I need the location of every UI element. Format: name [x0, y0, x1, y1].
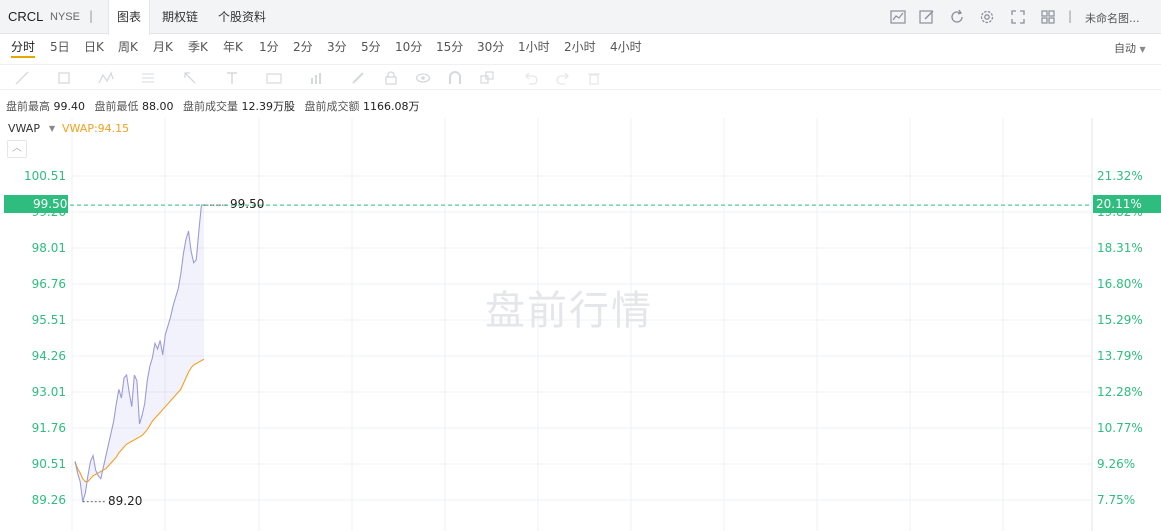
- right-tick-label: 12.28%: [1097, 385, 1143, 399]
- scale-mode-label: 自动: [1114, 42, 1136, 55]
- fullscreen-icon[interactable]: [1009, 8, 1027, 26]
- period-15min[interactable]: 15分: [436, 38, 463, 58]
- right-tick-label: 16.80%: [1097, 277, 1143, 291]
- gear-icon[interactable]: [978, 8, 996, 26]
- arrow-tool-icon[interactable]: [182, 70, 198, 86]
- current-percent-tag: 20.11%: [1093, 195, 1161, 213]
- indicator-value: VWAP:94.15: [62, 122, 130, 135]
- current-price-annotation: 99.50: [230, 197, 265, 211]
- right-tick-label: 15.29%: [1097, 313, 1143, 327]
- exchange-label: NYSE: [50, 11, 80, 23]
- ticker-symbol: CRCL: [8, 9, 44, 24]
- current-price-tag: 99.50: [4, 195, 68, 213]
- drawing-toolbar: [0, 64, 1161, 90]
- trash-icon[interactable]: [586, 70, 602, 86]
- period-5d[interactable]: 5日: [50, 38, 70, 58]
- indicator-dropdown-icon[interactable]: ▼: [49, 124, 55, 133]
- period-30min[interactable]: 30分: [477, 38, 504, 58]
- premarket-stats: 盘前最高 99.40 盘前最低 88.00 盘前成交量 12.39万股 盘前成交…: [6, 98, 426, 114]
- period-month-k[interactable]: 月K: [153, 38, 173, 58]
- period-intraday[interactable]: 分时: [11, 38, 36, 58]
- left-tick-label: 89.26: [32, 493, 66, 507]
- line-tool-icon[interactable]: [14, 70, 30, 86]
- fibonacci-tool-icon[interactable]: [140, 70, 156, 86]
- header-divider: |: [89, 9, 94, 23]
- right-tick-label: 13.79%: [1097, 349, 1143, 363]
- tab-option-chain[interactable]: 期权链: [154, 0, 206, 34]
- right-tick-label: 7.75%: [1097, 493, 1135, 507]
- right-tick-label: 21.32%: [1097, 169, 1143, 183]
- premarket-watermark: 盘前行情: [485, 288, 653, 334]
- volume-label: 盘前成交量: [183, 100, 238, 113]
- chevron-up-icon: ︿: [12, 143, 22, 154]
- tab-chart[interactable]: 图表: [108, 0, 151, 35]
- layout-name-dropdown[interactable]: 未命名图...: [1085, 10, 1140, 26]
- low-label: 盘前最低: [94, 100, 139, 113]
- chart-icon[interactable]: [889, 8, 907, 26]
- period-1h[interactable]: 1小时: [518, 38, 550, 58]
- text-tool-icon[interactable]: [224, 70, 240, 86]
- left-price-axis: 100.5199.2698.0196.7695.5194.2693.0191.7…: [24, 169, 66, 507]
- grid-layout-icon[interactable]: [1039, 8, 1057, 26]
- refresh-icon[interactable]: [948, 8, 966, 26]
- left-tick-label: 90.51: [32, 457, 66, 471]
- header-divider-right: |: [1068, 9, 1073, 23]
- label-tool-icon[interactable]: [266, 70, 282, 86]
- high-value: 99.40: [53, 100, 86, 113]
- left-tick-label: 94.26: [32, 349, 66, 363]
- period-2h[interactable]: 2小时: [564, 38, 596, 58]
- lock-icon[interactable]: [383, 70, 399, 86]
- period-quarter-k[interactable]: 季K: [188, 38, 208, 58]
- period-1min[interactable]: 1分: [259, 38, 279, 58]
- period-10min[interactable]: 10分: [395, 38, 422, 58]
- right-percent-axis: 21.32%19.82%18.31%16.80%15.29%13.79%12.2…: [1097, 169, 1143, 507]
- chevron-down-icon: ▼: [1139, 45, 1146, 54]
- indicator-name[interactable]: VWAP: [8, 122, 40, 135]
- left-tick-label: 100.51: [24, 169, 66, 183]
- period-2min[interactable]: 2分: [293, 38, 313, 58]
- high-label: 盘前最高: [6, 100, 50, 113]
- rectangle-tool-icon[interactable]: [56, 70, 72, 86]
- measure-tool-icon[interactable]: [308, 70, 324, 86]
- collapse-indicator-button[interactable]: ︿: [7, 140, 27, 158]
- period-4h[interactable]: 4小时: [610, 38, 642, 58]
- volume-value: 12.39万股: [241, 100, 296, 113]
- period-week-k[interactable]: 周K: [118, 38, 138, 58]
- period-3min[interactable]: 3分: [327, 38, 347, 58]
- pattern-tool-icon[interactable]: [98, 70, 114, 86]
- tab-stock-profile[interactable]: 个股资料: [210, 0, 274, 34]
- amount-label: 盘前成交额: [304, 100, 360, 113]
- left-tick-label: 96.76: [32, 277, 66, 291]
- period-year-k[interactable]: 年K: [223, 38, 243, 58]
- right-tick-label: 10.77%: [1097, 421, 1143, 435]
- low-value: 88.00: [142, 100, 174, 113]
- right-tick-label: 18.31%: [1097, 241, 1143, 255]
- redo-icon[interactable]: [555, 70, 571, 86]
- undo-icon[interactable]: [523, 70, 539, 86]
- period-day-k[interactable]: 日K: [84, 38, 104, 58]
- left-tick-label: 95.51: [32, 313, 66, 327]
- magnet-icon[interactable]: [447, 70, 463, 86]
- brush-tool-icon[interactable]: [350, 70, 366, 86]
- scale-mode-dropdown[interactable]: 自动 ▼: [1114, 40, 1146, 56]
- period-5min[interactable]: 5分: [361, 38, 381, 58]
- edit-icon[interactable]: [918, 8, 936, 26]
- top-header: CRCL NYSE | 图表 期权链 个股资料 | 未命名图...: [0, 0, 1161, 35]
- right-tick-label: 9.26%: [1097, 457, 1135, 471]
- layers-icon[interactable]: [479, 70, 495, 86]
- left-tick-label: 93.01: [32, 385, 66, 399]
- left-tick-label: 91.76: [32, 421, 66, 435]
- amount-value: 1166.08万: [363, 100, 420, 113]
- low-price-annotation: 89.20: [108, 494, 143, 508]
- eye-icon[interactable]: [415, 70, 431, 86]
- left-tick-label: 98.01: [32, 241, 66, 255]
